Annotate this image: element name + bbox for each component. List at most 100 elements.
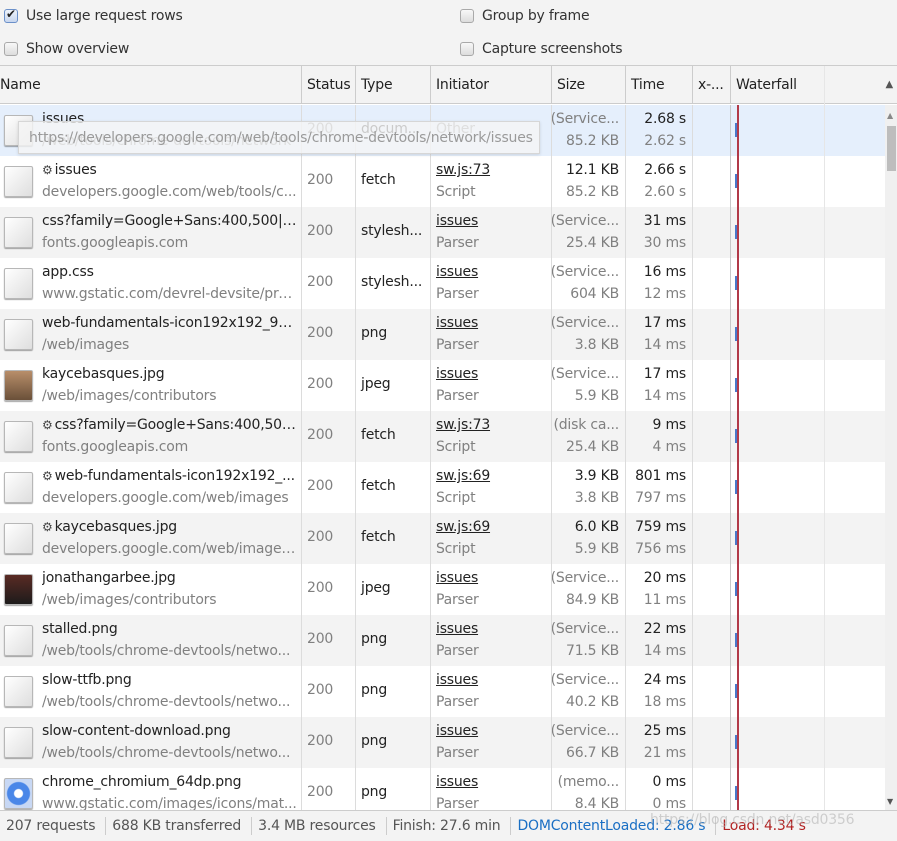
initiator-link[interactable]: sw.js:69 — [436, 468, 490, 484]
waterfall-cell[interactable] — [731, 411, 885, 462]
initiator-type: Parser — [436, 592, 479, 608]
use-large-rows-checkbox[interactable] — [4, 7, 18, 23]
show-overview-checkbox[interactable] — [4, 42, 18, 56]
status-cell: 200 — [302, 309, 356, 360]
waterfall-cell[interactable] — [731, 105, 885, 156]
request-name-text: css?family=Google+Sans:400,500|... — [54, 417, 298, 433]
table-row[interactable]: ⚙ web-fundamentals-icon192x192_... develo… — [0, 462, 885, 513]
capture-screenshots-checkbox[interactable] — [460, 42, 474, 56]
status-cell: 200 — [302, 156, 356, 207]
screenshot-thumbnail-icon — [4, 625, 33, 656]
table-row[interactable]: kaycebasques.jpg /web/images/contributor… — [0, 360, 885, 411]
screenshot-thumbnail-icon — [4, 676, 33, 707]
table-row[interactable]: ⚙ issues developers.google.com/web/tools/… — [0, 156, 885, 207]
initiator-link[interactable]: issues — [436, 366, 478, 382]
scrollbar-thumb[interactable] — [887, 126, 896, 171]
initiator-cell: issues Parser — [431, 615, 552, 666]
table-row[interactable]: web-fundamentals-icon192x192_96.... /web… — [0, 309, 885, 360]
request-path: developers.google.com/web/images... — [42, 541, 298, 557]
name-cell[interactable]: ⚙ kaycebasques.jpg developers.google.com/… — [0, 513, 302, 564]
scroll-down-icon[interactable]: ▼ — [887, 797, 893, 806]
css-file-icon — [4, 268, 33, 299]
dom-content-loaded-time: DOMContentLoaded: 2.86 s — [511, 817, 717, 835]
table-row[interactable]: ⚙ css?family=Google+Sans:400,500|... font… — [0, 411, 885, 462]
initiator-link[interactable]: issues — [436, 672, 478, 688]
waterfall-cell[interactable] — [731, 156, 885, 207]
name-cell[interactable]: app.css www.gstatic.com/devrel-devsite/p… — [0, 258, 302, 309]
x-cell — [693, 207, 731, 258]
name-cell[interactable]: slow-ttfb.png /web/tools/chrome-devtools… — [0, 666, 302, 717]
request-path: developers.google.com/web/tools/c... — [42, 184, 297, 200]
waterfall-cell[interactable] — [731, 666, 885, 717]
use-large-rows-option[interactable]: Use large request rows — [4, 7, 183, 24]
table-row[interactable]: slow-content-download.png /web/tools/chr… — [0, 717, 885, 768]
initiator-link[interactable]: sw.js:73 — [436, 417, 490, 433]
request-name-text: issues — [54, 162, 97, 178]
table-row[interactable]: jonathangarbee.jpg /web/images/contribut… — [0, 564, 885, 615]
waterfall-cell[interactable] — [731, 564, 885, 615]
transferred-size: 6.0 KB — [574, 519, 620, 535]
name-cell[interactable]: slow-content-download.png /web/tools/chr… — [0, 717, 302, 768]
group-by-frame-checkbox[interactable] — [460, 9, 474, 23]
table-row[interactable]: css?family=Google+Sans:400,500|Ro... fon… — [0, 207, 885, 258]
column-header-size[interactable]: Size — [552, 66, 626, 104]
resource-type: fetch — [361, 427, 396, 443]
group-by-frame-option[interactable]: Group by frame — [460, 8, 590, 24]
initiator-link[interactable]: issues — [436, 264, 478, 280]
scroll-up-icon[interactable]: ▲ — [887, 111, 893, 120]
waterfall-cell[interactable] — [731, 309, 885, 360]
waterfall-cell[interactable] — [731, 768, 885, 810]
waterfall-cell[interactable] — [731, 513, 885, 564]
status-code: 200 — [307, 580, 334, 596]
initiator-type: Parser — [436, 796, 479, 810]
capture-screenshots-option[interactable]: Capture screenshots — [460, 41, 623, 57]
name-cell[interactable]: chrome_chromium_64dp.png www.gstatic.com… — [0, 768, 302, 810]
waterfall-cell[interactable] — [731, 615, 885, 666]
vertical-scrollbar[interactable]: ▲ ▼ — [885, 105, 897, 810]
name-cell[interactable]: ⚙ web-fundamentals-icon192x192_... develo… — [0, 462, 302, 513]
column-header-time[interactable]: Time — [626, 66, 693, 104]
time-cell: 31 ms 30 ms — [626, 207, 693, 258]
initiator-link[interactable]: issues — [436, 774, 478, 790]
waterfall-cell[interactable] — [731, 207, 885, 258]
waterfall-cell[interactable] — [731, 258, 885, 309]
service-worker-gear-icon: ⚙ — [42, 163, 53, 177]
group-by-frame-label: Group by frame — [482, 8, 590, 24]
size-cell: (Service... 40.2 KB — [552, 666, 626, 717]
name-cell[interactable]: kaycebasques.jpg /web/images/contributor… — [0, 360, 302, 411]
initiator-link[interactable]: sw.js:73 — [436, 162, 490, 178]
initiator-type: Parser — [436, 286, 479, 302]
initiator-link[interactable]: issues — [436, 723, 478, 739]
initiator-link[interactable]: issues — [436, 315, 478, 331]
table-row[interactable]: slow-ttfb.png /web/tools/chrome-devtools… — [0, 666, 885, 717]
name-cell[interactable]: css?family=Google+Sans:400,500|Ro... fon… — [0, 207, 302, 258]
waterfall-cell[interactable] — [731, 717, 885, 768]
waterfall-cell[interactable] — [731, 360, 885, 411]
column-header-waterfall[interactable]: Waterfall ▲ — [731, 66, 897, 104]
status-code: 200 — [307, 325, 334, 341]
name-cell[interactable]: web-fundamentals-icon192x192_96.... /web… — [0, 309, 302, 360]
column-header-initiator[interactable]: Initiator — [431, 66, 552, 104]
size-cell: 6.0 KB 5.9 KB — [552, 513, 626, 564]
initiator-link[interactable]: sw.js:69 — [436, 519, 490, 535]
table-row[interactable]: stalled.png /web/tools/chrome-devtools/n… — [0, 615, 885, 666]
table-row[interactable]: chrome_chromium_64dp.png www.gstatic.com… — [0, 768, 885, 810]
table-row[interactable]: ⚙ kaycebasques.jpg developers.google.com/… — [0, 513, 885, 564]
request-name: stalled.png — [42, 621, 118, 637]
table-row[interactable]: app.css www.gstatic.com/devrel-devsite/p… — [0, 258, 885, 309]
initiator-link[interactable]: issues — [436, 570, 478, 586]
initiator-link[interactable]: issues — [436, 621, 478, 637]
column-header-type[interactable]: Type — [356, 66, 431, 104]
name-cell[interactable]: ⚙ css?family=Google+Sans:400,500|... font… — [0, 411, 302, 462]
show-overview-option[interactable]: Show overview — [4, 41, 129, 57]
column-header-name[interactable]: Name — [0, 66, 302, 104]
column-header-status[interactable]: Status — [302, 66, 356, 104]
column-header-x[interactable]: x-... — [693, 66, 731, 104]
initiator-link[interactable]: issues — [436, 213, 478, 229]
name-cell[interactable]: stalled.png /web/tools/chrome-devtools/n… — [0, 615, 302, 666]
x-cell — [693, 411, 731, 462]
name-cell[interactable]: ⚙ issues developers.google.com/web/tools/… — [0, 156, 302, 207]
name-cell[interactable]: jonathangarbee.jpg /web/images/contribut… — [0, 564, 302, 615]
waterfall-cell[interactable] — [731, 462, 885, 513]
resource-type: stylesh... — [361, 274, 423, 290]
